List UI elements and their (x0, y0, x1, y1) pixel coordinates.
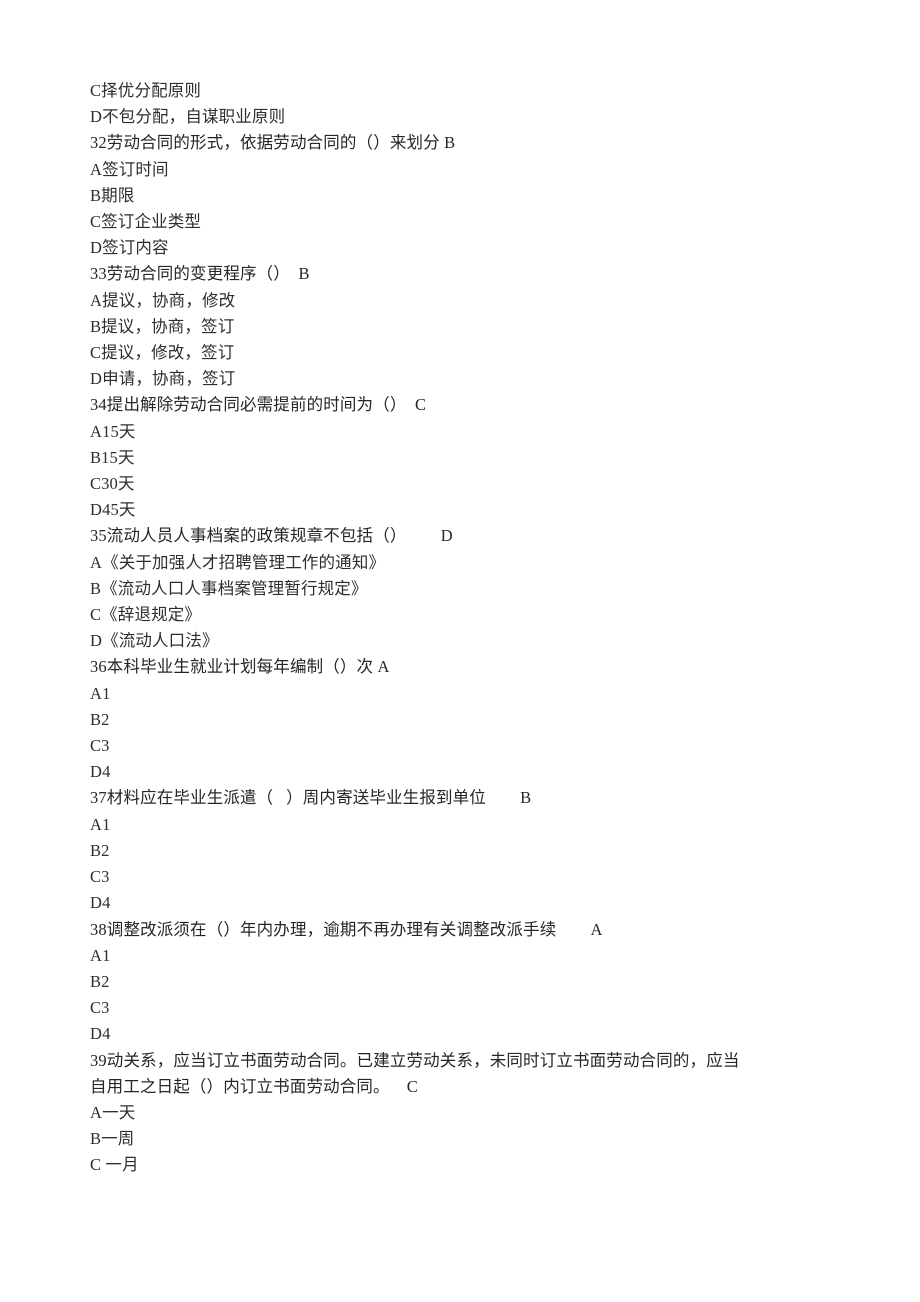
answer-option-line: D4 (90, 893, 111, 913)
question-stem-line: 35流动人员人事档案的政策规章不包括（） D (90, 526, 453, 546)
answer-option-line: B期限 (90, 185, 135, 205)
answer-option-line: C3 (90, 998, 110, 1018)
answer-option-line: C3 (90, 867, 110, 887)
answer-option-line: C签订企业类型 (90, 212, 202, 232)
answer-option-line: C30天 (90, 474, 135, 494)
answer-option-line: C《辞退规定》 (90, 605, 202, 625)
answer-option-line: A一天 (90, 1102, 136, 1122)
question-stem-line: 32劳动合同的形式，依据劳动合同的（）来划分 B (90, 133, 456, 153)
question-stem-line: 39动关系，应当订立书面劳动合同。已建立劳动关系，未同时订立书面劳动合同的，应当 (90, 1050, 740, 1070)
answer-option-line: D《流动人口法》 (90, 631, 219, 651)
answer-option-line: C提议，修改，签订 (90, 343, 235, 363)
question-stem-line: 37材料应在毕业生派遣（ ）周内寄送毕业生报到单位 B (90, 788, 532, 808)
answer-option-line: A1 (90, 683, 111, 703)
answer-option-line: B2 (90, 840, 110, 860)
answer-option-line: A签订时间 (90, 159, 169, 179)
answer-option-line: B提议，协商，签订 (90, 316, 235, 336)
question-stem-line: 36本科毕业生就业计划每年编制（）次 A (90, 657, 390, 677)
answer-option-line: D4 (90, 762, 111, 782)
answer-option-line: D不包分配，自谋职业原则 (90, 107, 286, 127)
question-stem-continuation-line: 自用工之日起（）内订立书面劳动合同。 C (90, 1076, 418, 1096)
answer-option-line: A《关于加强人才招聘管理工作的通知》 (90, 552, 386, 572)
answer-option-line: B一周 (90, 1129, 135, 1149)
document-text-body: C择优分配原则 D不包分配，自谋职业原则 32劳动合同的形式，依据劳动合同的（）来划… (90, 78, 850, 1179)
document-page: C择优分配原则 D不包分配，自谋职业原则 32劳动合同的形式，依据劳动合同的（）来划… (0, 0, 920, 1302)
answer-option-line: A提议，协商，修改 (90, 290, 236, 310)
question-stem-line: 33劳动合同的变更程序（） B (90, 264, 310, 284)
answer-option-line: D签订内容 (90, 238, 169, 258)
answer-option-line: D4 (90, 1024, 111, 1044)
answer-option-line: C3 (90, 736, 110, 756)
answer-option-line: B2 (90, 971, 110, 991)
answer-option-line: C 一月 (90, 1155, 139, 1175)
answer-option-line: B15天 (90, 447, 135, 467)
answer-option-line: A15天 (90, 421, 136, 441)
answer-option-line: B2 (90, 709, 110, 729)
answer-option-line: D申请，协商，签订 (90, 369, 236, 389)
answer-option-line: A1 (90, 814, 111, 834)
question-stem-line: 34提出解除劳动合同必需提前的时间为（） C (90, 395, 427, 415)
answer-option-line: A1 (90, 945, 111, 965)
answer-option-line: B《流动人口人事档案管理暂行规定》 (90, 578, 368, 598)
answer-option-line: C择优分配原则 (90, 81, 202, 100)
answer-option-line: D45天 (90, 500, 136, 520)
question-stem-line: 38调整改派须在（）年内办理，逾期不再办理有关调整改派手续 A (90, 919, 603, 939)
